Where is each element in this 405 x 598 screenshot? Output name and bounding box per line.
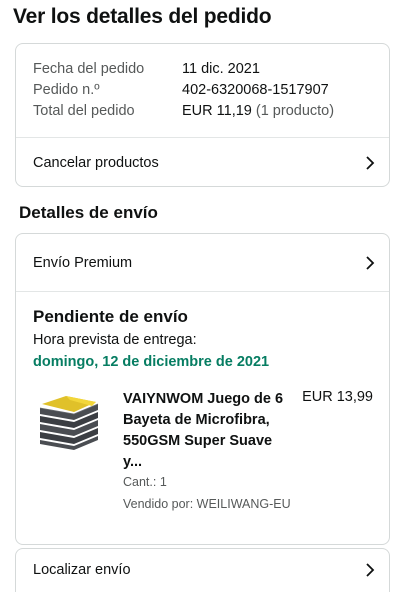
shipping-method-label: Envío Premium xyxy=(33,254,133,271)
page-title: Ver los detalles del pedido xyxy=(13,5,272,28)
shipment-card: Envío Premium Pendiente de envío Hora pr… xyxy=(15,233,390,545)
track-package-card: Localizar envío xyxy=(15,548,390,592)
divider xyxy=(16,291,389,292)
order-date-label: Fecha del pedido xyxy=(33,61,145,77)
order-number-row: Pedido n.º 402-6320068-1517907 xyxy=(33,80,334,101)
order-summary-details: Fecha del pedido 11 dic. 2021 Pedido n.º… xyxy=(33,59,334,122)
track-package-link[interactable]: Localizar envío xyxy=(16,549,389,591)
order-total-amount: EUR 11,19 xyxy=(182,103,252,119)
chevron-right-icon xyxy=(366,155,375,170)
microfiber-towels-image[interactable] xyxy=(36,390,102,452)
chevron-right-icon xyxy=(366,255,375,270)
product-title-link[interactable]: VAIYNWOM Juego de 6 Bayeta de Microfibra… xyxy=(123,389,291,473)
product-quantity: Cant.: 1 xyxy=(123,475,167,489)
order-total-value: EUR 11,19 (1 producto) xyxy=(182,101,334,122)
delivery-estimate-date: domingo, 12 de diciembre de 2021 xyxy=(33,354,270,370)
shipping-details-heading: Detalles de envío xyxy=(19,203,158,222)
order-number-value: 402-6320068-1517907 xyxy=(182,82,329,98)
order-number-label: Pedido n.º xyxy=(33,82,100,98)
order-total-count: (1 producto) xyxy=(251,103,335,119)
order-total-label: Total del pedido xyxy=(33,103,135,119)
order-date-value: 11 dic. 2021 xyxy=(182,61,260,77)
track-package-label: Localizar envío xyxy=(33,562,131,578)
order-summary-card: Fecha del pedido 11 dic. 2021 Pedido n.º… xyxy=(15,43,390,187)
shipping-method-link[interactable]: Envío Premium xyxy=(16,234,389,291)
product-price: EUR 13,99 xyxy=(302,389,373,405)
chevron-right-icon xyxy=(366,563,375,577)
order-total-row: Total del pedido EUR 11,19 (1 producto) xyxy=(33,101,334,122)
order-date-row: Fecha del pedido 11 dic. 2021 xyxy=(33,59,334,80)
shipment-status: Pendiente de envío xyxy=(33,307,188,326)
delivery-estimate-label: Hora prevista de entrega: xyxy=(33,332,197,348)
cancel-items-link[interactable]: Cancelar productos xyxy=(16,138,389,187)
cancel-items-label: Cancelar productos xyxy=(33,154,159,171)
product-seller: Vendido por: WEILIWANG-EU xyxy=(123,497,291,511)
